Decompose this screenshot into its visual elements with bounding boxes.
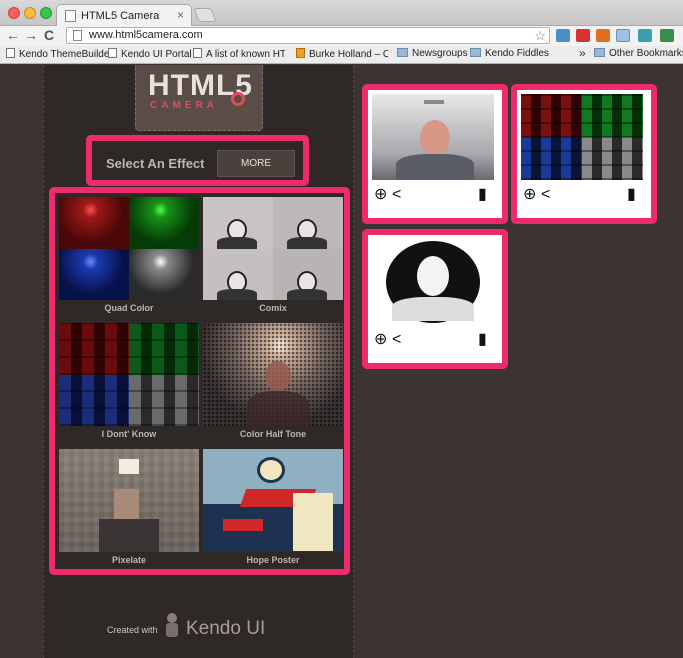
camera-lens-icon — [231, 92, 245, 106]
effect-selector: Select An Effect MORE — [86, 135, 309, 186]
screen-capture-extension-icon[interactable] — [556, 29, 570, 42]
browser-toolbar: ← → C www.html5camera.com ☆ — [0, 26, 683, 46]
folder-icon — [594, 48, 605, 57]
zoom-window-button[interactable] — [40, 7, 52, 19]
effect-thumbnail — [203, 449, 343, 552]
folder-icon — [470, 48, 481, 57]
effect-thumbnail — [59, 323, 199, 426]
tab-title: HTML5 Camera — [81, 10, 160, 22]
page-icon — [65, 10, 76, 22]
effect-i-dont-know[interactable]: I Dont' Know — [59, 323, 199, 448]
extension-icon[interactable] — [596, 29, 610, 42]
bookmark-item[interactable]: Kendo UI Portal — [108, 48, 192, 62]
youtube-extension-icon[interactable] — [576, 29, 590, 42]
new-tab-button[interactable] — [193, 8, 217, 22]
share-icon[interactable]: < — [392, 331, 401, 349]
reload-button[interactable]: C — [44, 27, 54, 43]
more-effects-button[interactable]: MORE — [217, 150, 295, 177]
bookmark-folder[interactable]: Kendo Fiddles — [470, 48, 549, 62]
photo-toolbar: ⊕ < ▮ — [372, 329, 494, 353]
captured-photo[interactable]: ⊕ < ▮ — [362, 84, 508, 224]
bookmark-item[interactable]: A list of known HTM — [193, 48, 285, 62]
trash-icon[interactable]: ▮ — [478, 186, 487, 204]
share-icon[interactable]: < — [392, 186, 401, 204]
page-icon — [73, 30, 82, 41]
tab-close-icon[interactable]: × — [177, 8, 184, 22]
page-icon — [193, 48, 202, 58]
address-bar[interactable]: www.html5camera.com ☆ — [66, 27, 550, 44]
other-bookmarks-folder[interactable]: Other Bookmarks — [594, 48, 683, 62]
trash-icon[interactable]: ▮ — [627, 186, 636, 204]
effect-pixelate[interactable]: Pixelate — [59, 449, 199, 574]
effect-comix[interactable]: Comix — [203, 197, 343, 322]
effect-name: Comix — [259, 303, 287, 313]
effect-thumbnail — [203, 323, 343, 426]
download-icon[interactable]: ⊕ — [523, 186, 536, 204]
page-content: HTML5 CAMERA Select An Effect MORE Quad … — [0, 65, 683, 658]
effect-name: Quad Color — [104, 303, 154, 313]
effect-hope-poster[interactable]: Hope Poster — [203, 449, 343, 574]
logo-subtitle: CAMERA — [150, 100, 218, 111]
trash-icon[interactable]: ▮ — [478, 331, 487, 349]
photo-image — [372, 94, 494, 180]
page-icon — [108, 48, 117, 58]
kendo-mascot-icon — [166, 613, 178, 637]
created-with-text: Created with — [107, 625, 158, 635]
bookmark-folder[interactable]: Newsgroups — [397, 48, 468, 62]
effect-quad-color[interactable]: Quad Color — [59, 197, 199, 322]
back-button[interactable]: ← — [6, 27, 20, 43]
effect-name: Color Half Tone — [239, 429, 307, 439]
forward-button[interactable]: → — [24, 27, 38, 43]
download-icon[interactable]: ⊕ — [374, 331, 387, 349]
browser-tab[interactable]: HTML5 Camera × — [56, 4, 192, 27]
share-icon[interactable]: < — [541, 186, 550, 204]
bookmark-item[interactable]: Kendo ThemeBuilder — [6, 48, 113, 62]
bookmark-item[interactable]: Burke Holland – Out — [296, 48, 388, 62]
minimize-window-button[interactable] — [24, 7, 36, 19]
effect-name: Pixelate — [111, 555, 147, 565]
folder-icon — [397, 48, 408, 57]
photo-toolbar: ⊕ < ▮ — [372, 184, 494, 208]
effect-thumbnail — [203, 197, 343, 300]
photo-image — [521, 94, 643, 180]
effect-name: Hope Poster — [246, 555, 300, 565]
close-window-button[interactable] — [8, 7, 20, 19]
effect-name: I Dont' Know — [101, 429, 157, 439]
extension-icon[interactable] — [660, 29, 674, 42]
blogger-icon — [296, 48, 305, 58]
bookmark-star-icon[interactable]: ☆ — [534, 28, 546, 44]
photo-toolbar: ⊕ < ▮ — [521, 184, 643, 208]
extension-icon[interactable] — [638, 29, 652, 42]
download-icon[interactable]: ⊕ — [374, 186, 387, 204]
captured-photo[interactable]: ⊕ < ▮ — [511, 84, 657, 224]
captured-photo[interactable]: ⊕ < ▮ — [362, 229, 508, 369]
effect-color-half-tone[interactable]: Color Half Tone — [203, 323, 343, 448]
bookmarks-bar: Kendo ThemeBuilder Kendo UI Portal A lis… — [0, 46, 683, 64]
url-text: www.html5camera.com — [89, 29, 203, 41]
effects-grid: Quad Color Comix I Dont' Know Color Half… — [49, 187, 350, 575]
effect-selector-label: Select An Effect — [106, 156, 205, 171]
photo-image — [372, 239, 494, 325]
effect-thumbnail — [59, 449, 199, 552]
kendo-ui-brand[interactable]: Kendo UI — [186, 618, 265, 640]
extension-icon[interactable] — [616, 29, 630, 42]
page-icon — [6, 48, 15, 58]
html5-camera-logo: HTML5 CAMERA — [135, 65, 263, 131]
browser-titlebar: HTML5 Camera × — [0, 0, 683, 27]
effect-thumbnail — [59, 197, 199, 300]
bookmarks-overflow-chevron-icon[interactable]: » — [579, 46, 586, 60]
